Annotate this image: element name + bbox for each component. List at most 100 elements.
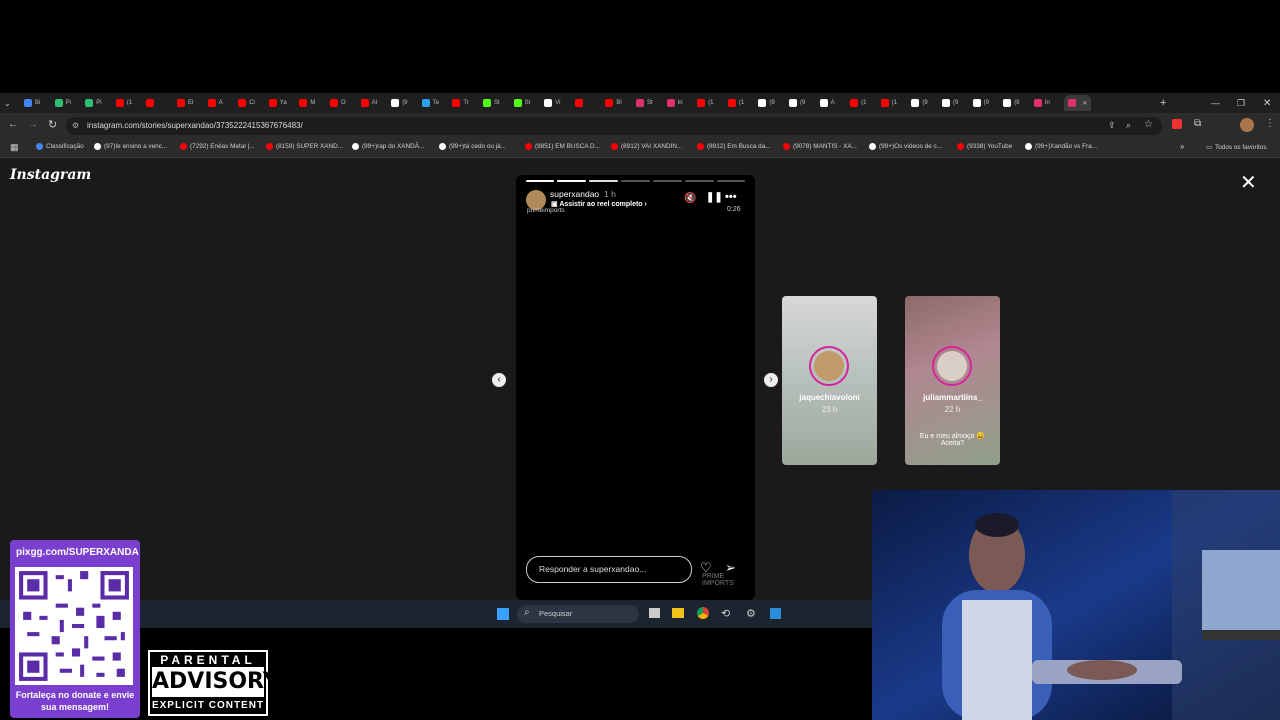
- browser-tab[interactable]: (1: [880, 95, 897, 111]
- browser-tab[interactable]: [574, 95, 586, 111]
- browser-tab[interactable]: (1: [850, 95, 867, 111]
- install-icon[interactable]: ⇪: [1108, 120, 1116, 131]
- browser-tab[interactable]: A: [819, 95, 835, 111]
- bookmark-item[interactable]: (9338) YouTube: [957, 143, 1012, 150]
- bookmark-item[interactable]: (7292) Enéas Metal |...: [180, 143, 255, 150]
- browser-tab[interactable]: St: [483, 95, 500, 111]
- next-story-button[interactable]: ›: [764, 373, 778, 387]
- taskbar-search[interactable]: ⌕ Pesquisar: [517, 605, 639, 623]
- browser-tab[interactable]: In: [666, 95, 683, 111]
- browser-tab[interactable]: Ci: [238, 95, 255, 111]
- pix-url: pixgg.com/SUPERXANDA: [16, 547, 139, 558]
- all-favorites-folder[interactable]: ▭ Todos os favoritos: [1206, 143, 1267, 152]
- menu-kebab-icon[interactable]: ⋮: [1265, 118, 1275, 129]
- browser-tab[interactable]: Al: [360, 95, 377, 111]
- like-heart-icon[interactable]: ♡: [700, 560, 712, 576]
- site-info-icon[interactable]: ⚙: [72, 121, 79, 130]
- instagram-logo[interactable]: Instagram: [10, 167, 91, 183]
- browser-tab[interactable]: Bl: [605, 95, 622, 111]
- browser-tab[interactable]: Vi: [544, 95, 560, 111]
- reload-button[interactable]: ↻: [48, 118, 57, 131]
- bookmark-item[interactable]: (8851) EM BUSCA D...: [525, 143, 600, 150]
- extension-icon[interactable]: [1172, 119, 1182, 129]
- browser-tab[interactable]: (9: [1003, 95, 1020, 111]
- chrome-icon[interactable]: [697, 607, 709, 619]
- app-icon[interactable]: ⟲: [721, 607, 730, 620]
- browser-tab[interactable]: A: [207, 95, 223, 111]
- maximize-button[interactable]: ❐: [1237, 95, 1245, 111]
- bookmark-item[interactable]: (9078) MANTIS - XA...: [783, 143, 857, 150]
- zoom-icon[interactable]: ⌕: [1126, 120, 1131, 131]
- bookmark-item[interactable]: (8912) Em Busca da...: [697, 143, 771, 150]
- browser-tab[interactable]: (9: [789, 95, 805, 111]
- browser-tab[interactable]: St: [513, 95, 530, 111]
- browser-tab[interactable]: (9: [911, 95, 928, 111]
- bookmark-item[interactable]: (99+)tá cedo ou já...: [439, 143, 506, 150]
- profile-avatar[interactable]: [1240, 118, 1254, 132]
- bookmark-item[interactable]: (8912) VAI XANDIN...: [611, 143, 682, 150]
- task-view-icon[interactable]: [649, 608, 660, 618]
- bookmark-star-icon[interactable]: ☆: [1144, 119, 1153, 130]
- browser-tab[interactable]: (9: [758, 95, 775, 111]
- mute-icon[interactable]: 🔇: [684, 193, 696, 204]
- app-icon[interactable]: [770, 608, 781, 619]
- browser-tab[interactable]: El: [177, 95, 193, 111]
- tab-favicon-icon: [483, 99, 491, 107]
- window-close-button[interactable]: ✕: [1263, 95, 1271, 111]
- tab-favicon-icon: [268, 99, 277, 107]
- pause-icon[interactable]: ❚❚: [706, 192, 723, 203]
- bookmark-item[interactable]: (99+)Os vídeos de c...: [869, 143, 942, 150]
- apps-grid-icon[interactable]: ▦: [10, 142, 19, 153]
- minimize-button[interactable]: —: [1211, 95, 1220, 111]
- browser-tab[interactable]: Tr: [452, 95, 469, 111]
- browser-tab[interactable]: ✕: [1064, 95, 1092, 111]
- new-tab-button[interactable]: +: [1160, 95, 1166, 111]
- browser-tab[interactable]: Ya: [268, 95, 287, 111]
- more-options-icon[interactable]: •••: [725, 191, 737, 203]
- bookmark-label: (9078) MANTIS - XA...: [793, 143, 857, 150]
- browser-tab[interactable]: [146, 95, 157, 111]
- tab-favicon-icon: [880, 99, 889, 107]
- browser-tab[interactable]: (9: [391, 95, 408, 111]
- browser-tab[interactable]: Bi: [24, 95, 40, 111]
- next-story-preview[interactable]: jaquechiavoloni 23 h: [782, 296, 877, 465]
- preview-avatar: [809, 346, 849, 386]
- browser-tab[interactable]: St: [636, 95, 653, 111]
- browser-tab[interactable]: M: [299, 95, 315, 111]
- bookmark-item[interactable]: (99+)rap do XANDÃ...: [352, 143, 424, 150]
- bookmark-item[interactable]: (99+)Xandão vs Fra...: [1025, 143, 1097, 150]
- bookmark-item[interactable]: Classificação: [36, 143, 84, 150]
- extensions-puzzle-icon[interactable]: ⧉: [1194, 118, 1201, 129]
- browser-tab[interactable]: (9: [972, 95, 989, 111]
- file-explorer-icon[interactable]: [672, 608, 684, 618]
- address-bar[interactable]: ⚙ instagram.com/stories/superxandao/3735…: [66, 117, 1162, 135]
- settings-gear-icon[interactable]: ⚙: [746, 607, 756, 620]
- browser-tab[interactable]: Te: [421, 95, 439, 111]
- previous-story-button[interactable]: ‹: [492, 373, 506, 387]
- next-story-preview[interactable]: juliammartiins_ 22 h Eu e meu almoço 😄 A…: [905, 296, 1000, 465]
- forward-button[interactable]: →: [28, 119, 38, 130]
- bookmark-favicon-icon: [180, 143, 187, 150]
- windows-start-icon[interactable]: [497, 608, 509, 620]
- more-bookmarks-icon[interactable]: »: [1180, 142, 1184, 151]
- close-stories-button[interactable]: ✕: [1240, 170, 1257, 195]
- reply-input[interactable]: Responder a superxandao...: [526, 556, 692, 583]
- browser-tab[interactable]: Pi: [85, 95, 102, 111]
- browser-tab[interactable]: O: [330, 95, 346, 111]
- reel-link[interactable]: ▣ Assistir ao reel completo ›: [551, 200, 647, 208]
- browser-tab[interactable]: In: [1033, 95, 1050, 111]
- story-time: 1 h: [604, 189, 616, 199]
- story-username[interactable]: superxandao: [550, 189, 599, 199]
- bookmark-item[interactable]: (8159) SUPER XAND...: [266, 143, 343, 150]
- bookmark-item[interactable]: (97)Ie ensino a venc...: [94, 143, 167, 150]
- browser-tab[interactable]: (1: [697, 95, 714, 111]
- browser-tab[interactable]: (1: [115, 95, 132, 111]
- browser-tab[interactable]: Pi: [54, 95, 71, 111]
- back-button[interactable]: ←: [8, 119, 18, 130]
- browser-tab[interactable]: (1: [727, 95, 744, 111]
- tab-search-button[interactable]: ⌄: [4, 95, 11, 111]
- browser-tab[interactable]: (9: [942, 95, 958, 111]
- send-icon[interactable]: ➢: [725, 560, 736, 576]
- story-viewer[interactable]: superxandao 1 h ▣ Assistir ao reel compl…: [516, 175, 755, 600]
- close-tab-icon[interactable]: ✕: [1082, 100, 1087, 107]
